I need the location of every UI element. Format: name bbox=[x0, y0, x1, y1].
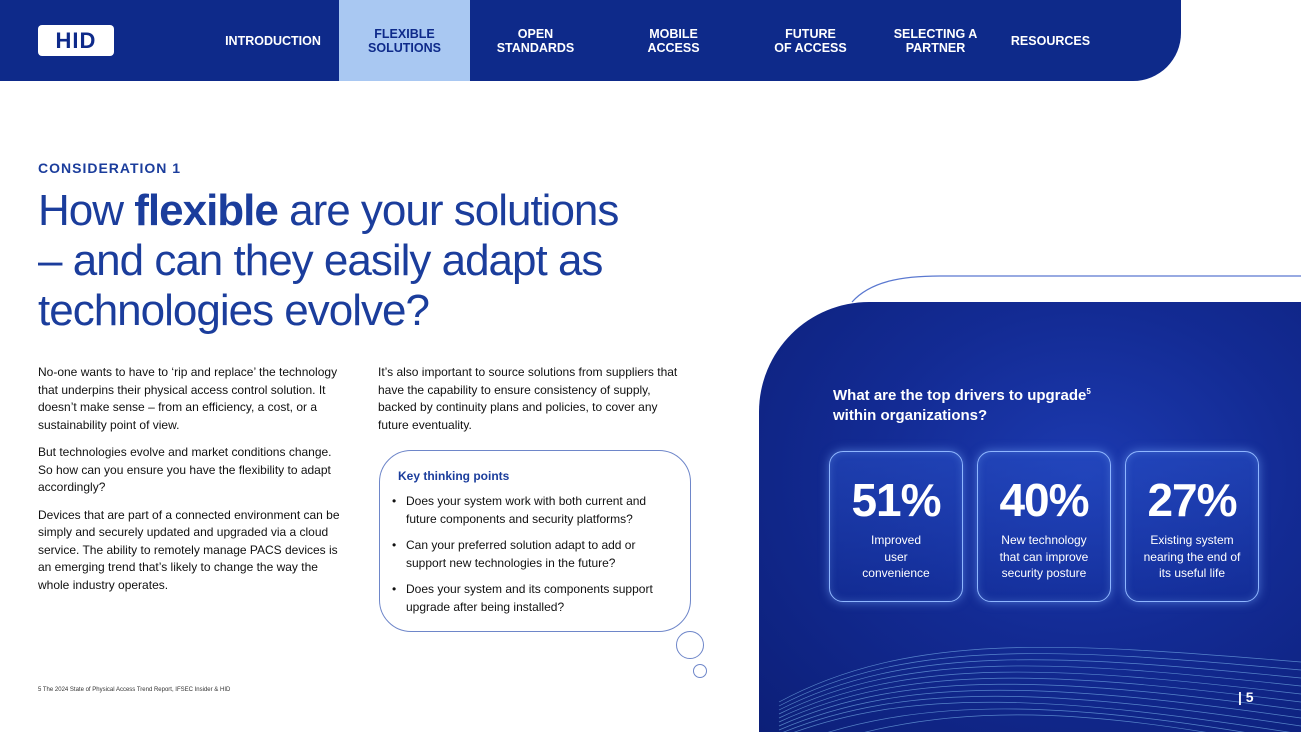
paragraph: But technologies evolve and market condi… bbox=[38, 445, 332, 494]
nav-introduction[interactable]: INTRODUCTION bbox=[208, 0, 338, 81]
stat-value: 51% bbox=[851, 474, 941, 526]
body-column-left: No-one wants to have to ‘rip and replace… bbox=[38, 364, 343, 604]
bubble-title: Key thinking points bbox=[398, 469, 510, 483]
stat-label: Existing system nearing the end of its u… bbox=[1143, 533, 1241, 580]
stat-card: 27% Existing system nearing the end of i… bbox=[1125, 451, 1259, 602]
paragraph: It’s also important to source solutions … bbox=[378, 365, 678, 432]
nav-selecting-a-partner[interactable]: SELECTING A PARTNER bbox=[870, 0, 1001, 81]
hid-logo[interactable]: HID bbox=[38, 25, 114, 56]
footnote: 5 The 2024 State of Physical Access Tren… bbox=[38, 687, 231, 693]
section-eyebrow: CONSIDERATION 1 bbox=[38, 160, 182, 176]
list-item: Does your system and its components supp… bbox=[392, 581, 672, 616]
stats-panel: What are the top drivers to upgrade5 wit… bbox=[759, 302, 1301, 732]
nav-open-standards[interactable]: OPEN STANDARDS bbox=[470, 0, 601, 81]
top-navigation: HID INTRODUCTION FLEXIBLE SOLUTIONS OPEN… bbox=[0, 0, 1181, 81]
nav-flexible-solutions[interactable]: FLEXIBLE SOLUTIONS bbox=[339, 0, 470, 81]
thought-bubble-dot-small bbox=[693, 664, 707, 678]
nav-mobile-access[interactable]: MOBILE ACCESS bbox=[608, 0, 739, 81]
list-item: Can your preferred solution adapt to add… bbox=[392, 537, 672, 572]
paragraph: No-one wants to have to ‘rip and replace… bbox=[38, 365, 338, 432]
headline-emphasis: flexible bbox=[134, 186, 279, 235]
stat-label: Improved user convenience bbox=[862, 533, 930, 580]
page-number: | 5 bbox=[1238, 689, 1254, 705]
page-headline: How flexible are your solutions – and ca… bbox=[38, 186, 619, 335]
panel-question: What are the top drivers to upgrade5 wit… bbox=[833, 387, 1091, 424]
stat-value: 27% bbox=[1147, 474, 1237, 526]
body-column-right: It’s also important to source solutions … bbox=[378, 364, 688, 434]
footnote-marker: 5 bbox=[1086, 387, 1091, 396]
nav-resources[interactable]: RESOURCES bbox=[985, 0, 1116, 81]
stat-card: 51% Improved user convenience bbox=[829, 451, 963, 602]
nav-future-of-access[interactable]: FUTURE OF ACCESS bbox=[745, 0, 876, 81]
stat-card: 40% New technology that can improve secu… bbox=[977, 451, 1111, 602]
list-item: Does your system work with both current … bbox=[392, 493, 672, 528]
key-thinking-points-bubble: Key thinking points Does your system wor… bbox=[379, 450, 691, 632]
thinking-points-list: Does your system work with both current … bbox=[392, 493, 672, 625]
stat-value: 40% bbox=[999, 474, 1089, 526]
thought-bubble-dot-large bbox=[676, 631, 704, 659]
paragraph: Devices that are part of a connected env… bbox=[38, 507, 340, 592]
stat-label: New technology that can improve security… bbox=[999, 533, 1089, 580]
